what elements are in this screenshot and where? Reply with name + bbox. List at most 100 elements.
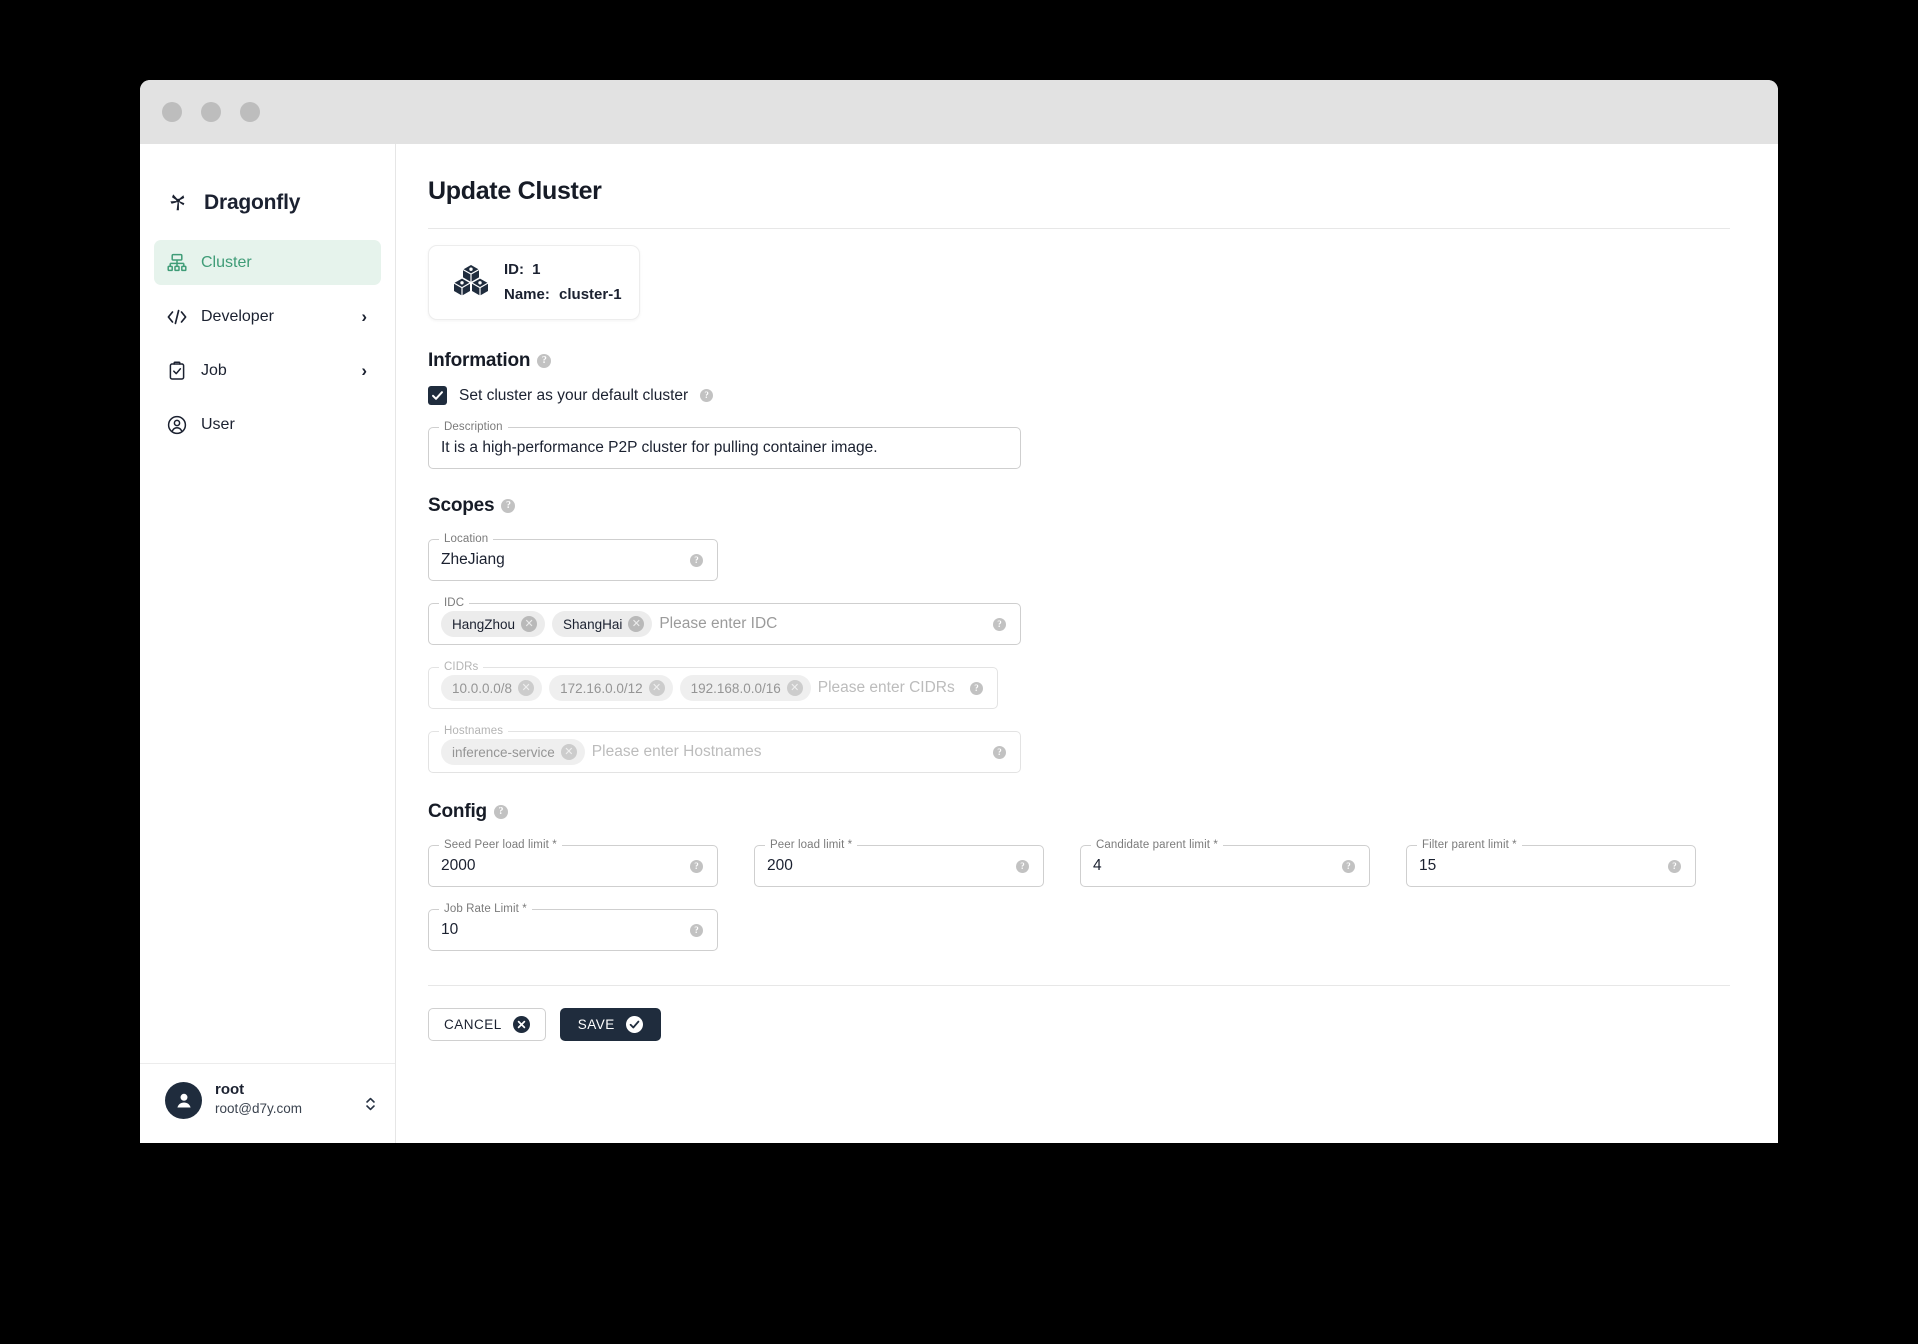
filter-parent-limit-help-icon[interactable]: ? bbox=[1668, 859, 1681, 873]
location-input[interactable]: ZheJiang bbox=[441, 540, 690, 580]
chip-label: ShangHai bbox=[563, 616, 623, 632]
up-down-chevron-icon[interactable] bbox=[364, 1095, 377, 1113]
sidebar-item-cluster[interactable]: Cluster bbox=[154, 240, 381, 285]
sidebar-item-label: Cluster bbox=[201, 253, 252, 271]
config-heading: Config ? bbox=[428, 801, 1730, 823]
cidrs-chip[interactable]: 192.168.0.0/16 ✕ bbox=[679, 675, 811, 701]
chip-label: 192.168.0.0/16 bbox=[690, 680, 781, 696]
save-button[interactable]: SAVE bbox=[559, 1008, 661, 1041]
seed-peer-load-limit-input[interactable]: 2000 bbox=[441, 846, 690, 886]
candidate-parent-limit-input[interactable]: 4 bbox=[1093, 846, 1342, 886]
user-email: root@d7y.com bbox=[215, 1101, 302, 1117]
chip-label: inference-service bbox=[452, 744, 555, 760]
cubes-icon bbox=[451, 260, 491, 305]
minimize-dot[interactable] bbox=[201, 102, 221, 122]
config-help-icon[interactable]: ? bbox=[493, 805, 508, 819]
sidebar-nav: Cluster Developer › Job › User bbox=[140, 240, 395, 456]
hostnames-field[interactable]: Hostnames inference-service ✕ Please ent… bbox=[428, 725, 1021, 773]
peer-load-limit-field[interactable]: Peer load limit * 200 ? bbox=[754, 839, 1044, 887]
peer-load-limit-input[interactable]: 200 bbox=[767, 846, 1016, 886]
hostnames-help-icon[interactable]: ? bbox=[993, 745, 1006, 759]
user-text: root root@d7y.com bbox=[215, 1081, 302, 1119]
seed-peer-load-limit-field[interactable]: Seed Peer load limit * 2000 ? bbox=[428, 839, 718, 887]
location-help-icon[interactable]: ? bbox=[690, 553, 703, 567]
sidebar-item-developer[interactable]: Developer › bbox=[154, 294, 381, 339]
default-cluster-help-icon[interactable]: ? bbox=[700, 389, 714, 402]
sidebar: Dragonfly Cluster Developer › Job › User… bbox=[140, 144, 396, 1143]
user-circle-icon bbox=[166, 414, 188, 436]
chip-remove-icon[interactable]: ✕ bbox=[560, 744, 577, 760]
job-rate-limit-help-icon[interactable]: ? bbox=[690, 923, 703, 937]
cluster-id-card-text: ID: 1 Name: cluster-1 bbox=[504, 258, 622, 307]
window-titlebar bbox=[140, 80, 1778, 144]
sidebar-item-job[interactable]: Job › bbox=[154, 348, 381, 393]
cidrs-placeholder[interactable]: Please enter CIDRs bbox=[818, 679, 955, 697]
chevron-right-icon[interactable]: › bbox=[361, 362, 367, 379]
sidebar-item-user[interactable]: User bbox=[154, 402, 381, 447]
description-field[interactable]: Description It is a high-performance P2P… bbox=[428, 421, 1021, 469]
chip-remove-icon[interactable]: ✕ bbox=[521, 616, 538, 632]
information-help-icon[interactable]: ? bbox=[537, 354, 552, 368]
scopes-help-icon[interactable]: ? bbox=[501, 499, 516, 513]
sidebar-item-label: User bbox=[201, 415, 235, 433]
peer-load-limit-legend: Peer load limit * bbox=[765, 839, 858, 851]
name-label: Name: bbox=[504, 285, 550, 303]
main-content: Update Cluster ID: 1 Name: cluster-1 Inf… bbox=[396, 144, 1778, 1143]
chip-remove-icon[interactable]: ✕ bbox=[648, 680, 665, 696]
maximize-dot[interactable] bbox=[240, 102, 260, 122]
hostnames-placeholder[interactable]: Please enter Hostnames bbox=[592, 743, 762, 761]
idc-help-icon[interactable]: ? bbox=[993, 617, 1006, 631]
cancel-button[interactable]: CANCEL bbox=[428, 1008, 546, 1041]
cidrs-chips: 10.0.0.0/8 ✕ 172.16.0.0/12 ✕ 192.168.0.0… bbox=[441, 668, 970, 708]
save-button-label: SAVE bbox=[577, 1017, 615, 1032]
close-dot[interactable] bbox=[162, 102, 182, 122]
hostnames-legend: Hostnames bbox=[439, 725, 509, 737]
cidrs-field[interactable]: CIDRs 10.0.0.0/8 ✕ 172.16.0.0/12 ✕ 192.1… bbox=[428, 661, 998, 709]
scopes-heading-label: Scopes bbox=[428, 495, 495, 516]
filter-parent-limit-input[interactable]: 15 bbox=[1419, 846, 1668, 886]
idc-chip[interactable]: HangZhou ✕ bbox=[441, 611, 546, 637]
dragonfly-logo-icon bbox=[165, 188, 191, 219]
idc-legend: IDC bbox=[439, 597, 470, 609]
candidate-parent-limit-legend: Candidate parent limit * bbox=[1091, 839, 1223, 851]
chip-label: HangZhou bbox=[452, 616, 516, 632]
filter-parent-limit-legend: Filter parent limit * bbox=[1417, 839, 1522, 851]
cidrs-chip[interactable]: 10.0.0.0/8 ✕ bbox=[441, 675, 543, 701]
brand[interactable]: Dragonfly bbox=[140, 144, 395, 228]
chip-remove-icon[interactable]: ✕ bbox=[628, 616, 645, 632]
app-window: Dragonfly Cluster Developer › Job › User… bbox=[140, 80, 1778, 1143]
seed-peer-load-limit-help-icon[interactable]: ? bbox=[690, 859, 703, 873]
idc-chip[interactable]: ShangHai ✕ bbox=[552, 611, 653, 637]
hostnames-chip[interactable]: inference-service ✕ bbox=[441, 739, 585, 765]
close-circle-icon bbox=[512, 1016, 530, 1033]
default-cluster-checkbox[interactable] bbox=[428, 386, 447, 405]
job-rate-limit-input[interactable]: 10 bbox=[441, 910, 690, 950]
chip-remove-icon[interactable]: ✕ bbox=[518, 680, 535, 696]
avatar-icon bbox=[165, 1081, 202, 1119]
config-grid: Seed Peer load limit * 2000 ? Peer load … bbox=[428, 823, 1730, 951]
idc-field[interactable]: IDC HangZhou ✕ ShangHai ✕ Please enter I… bbox=[428, 597, 1021, 645]
cancel-button-label: CANCEL bbox=[444, 1017, 502, 1032]
job-rate-limit-field[interactable]: Job Rate Limit * 10 ? bbox=[428, 903, 718, 951]
candidate-parent-limit-help-icon[interactable]: ? bbox=[1342, 859, 1355, 873]
chip-remove-icon[interactable]: ✕ bbox=[786, 680, 803, 696]
cidrs-help-icon[interactable]: ? bbox=[970, 681, 983, 695]
user-profile[interactable]: root root@d7y.com bbox=[140, 1063, 395, 1143]
scopes-heading: Scopes ? bbox=[428, 495, 1730, 517]
idc-placeholder[interactable]: Please enter IDC bbox=[659, 615, 777, 633]
location-field[interactable]: Location ZheJiang ? bbox=[428, 533, 718, 581]
peer-load-limit-help-icon[interactable]: ? bbox=[1016, 859, 1029, 873]
name-value: cluster-1 bbox=[559, 285, 622, 303]
user-name: root bbox=[215, 1081, 245, 1099]
actions-divider bbox=[428, 985, 1730, 986]
filter-parent-limit-field[interactable]: Filter parent limit * 15 ? bbox=[1406, 839, 1696, 887]
chevron-right-icon[interactable]: › bbox=[361, 308, 367, 325]
code-icon bbox=[166, 306, 188, 328]
candidate-parent-limit-field[interactable]: Candidate parent limit * 4 ? bbox=[1080, 839, 1370, 887]
form-actions: CANCEL SAVE bbox=[428, 1008, 1730, 1041]
location-legend: Location bbox=[439, 533, 494, 545]
brand-name: Dragonfly bbox=[204, 191, 301, 214]
description-input[interactable]: It is a high-performance P2P cluster for… bbox=[441, 428, 1006, 468]
cidrs-chip[interactable]: 172.16.0.0/12 ✕ bbox=[549, 675, 673, 701]
